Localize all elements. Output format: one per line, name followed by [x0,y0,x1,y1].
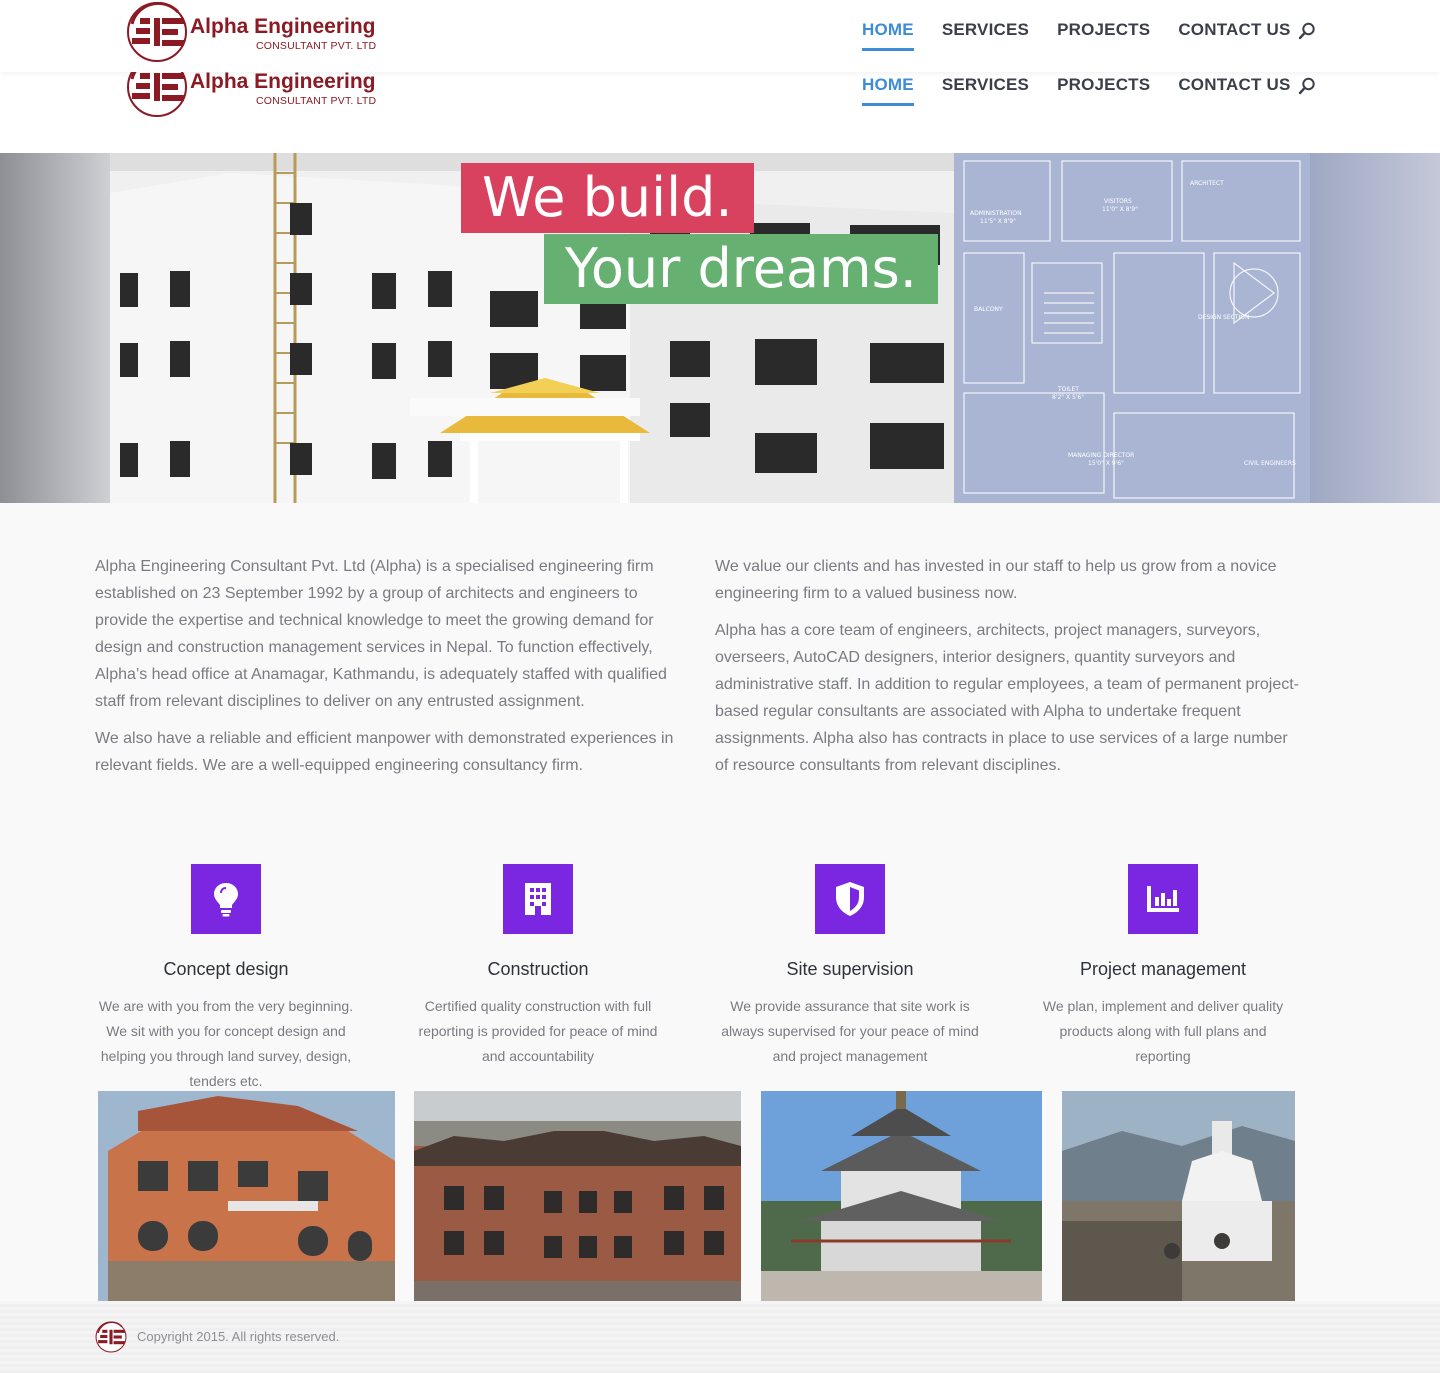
nav-projects[interactable]: PROJECTS [1057,20,1150,51]
feature-title: Concept design [163,959,289,979]
nav-contact-us[interactable]: CONTACT US [1178,20,1290,51]
blueprint-label-balcony: BALCONY [974,306,1003,313]
feature-site-supervision: Site supervision We provide assurance th… [719,864,981,1069]
blueprint-label-managing-director: MANAGING DIRECTOR [1068,452,1134,459]
feature-description: We are with you from the very beginning.… [98,998,354,1089]
about-column-right: We value our clients and has invested in… [715,553,1305,789]
stupa-photo[interactable] [1062,1091,1295,1301]
brand-subtitle: CONSULTANT PVT. LTD [256,40,377,52]
bar-chart-icon [1128,864,1198,934]
main-nav: HOME SERVICES PROJECTS CONTACT US [862,75,1319,106]
feature-concept-design: Concept design We are with you from the … [95,864,357,1094]
nav-services[interactable]: SERVICES [942,20,1029,51]
hero-slider[interactable]: ARCHITECT VISITORS 11'0" X 8'9" ADMINIST… [0,153,1440,503]
about-paragraph: We also have a reliable and efficient ma… [95,730,674,774]
feature-project-management: Project management We plan, implement an… [1035,864,1291,1069]
search-icon[interactable] [1298,77,1316,95]
logo-link[interactable]: Alpha Engineering CONSULTANT PVT. LTD [126,2,376,62]
nav-home[interactable]: HOME [862,75,914,106]
feature-description: Certified quality construction with full… [418,998,658,1064]
feature-title: Project management [1079,959,1247,979]
feature-title: Construction [487,959,589,979]
nav-contact-us[interactable]: CONTACT US [1178,75,1290,106]
about-paragraph: We value our clients and has invested in… [715,558,1277,602]
copyright-text: Copyright 2015. All rights reserved. [137,1329,340,1344]
blueprint-label-civil-engineers: CIVIL ENGINEERS [1244,460,1296,467]
hero-caption-line2: Your dreams. [544,234,938,304]
blueprint-label-visitors-size: 11'0" X 8'9" [1102,206,1138,213]
project-gallery [0,1091,1440,1301]
feature-construction: Construction Certified quality construct… [413,864,663,1069]
blueprint-label-toilet: TOILET [1057,386,1079,393]
hero-blueprint-image: ARCHITECT VISITORS 11'0" X 8'9" ADMINIST… [954,153,1310,503]
blueprint-illustration: ARCHITECT VISITORS 11'0" X 8'9" ADMINIST… [954,153,1310,503]
blueprint-label-architect: ARCHITECT [1190,180,1224,187]
blueprint-label-design-section: DESIGN SECTION [1198,314,1249,321]
feature-description: We provide assurance that site work is a… [721,998,979,1064]
search-icon[interactable] [1298,22,1316,40]
blueprint-label-visitors: VISITORS [1104,198,1132,205]
lightbulb-icon [191,864,261,934]
about-paragraph: Alpha Engineering Consultant Pvt. Ltd (A… [95,558,667,710]
about-section: Alpha Engineering Consultant Pvt. Ltd (A… [95,553,1305,789]
blueprint-label-administration-size: 11'5" X 8'9" [980,218,1016,225]
nav-home[interactable]: HOME [862,20,914,51]
services-features: Concept design We are with you from the … [95,864,1345,1094]
brick-building-photo[interactable] [414,1091,741,1301]
brand-name: Alpha Engineering [190,15,376,38]
hero-caption-line1: We build. [461,163,754,233]
nav-projects[interactable]: PROJECTS [1057,75,1150,106]
nav-services[interactable]: SERVICES [942,75,1029,106]
feature-title: Site supervision [786,959,914,979]
brand-subtitle: CONSULTANT PVT. LTD [256,95,377,107]
footer: Copyright 2015. All rights reserved. [0,1301,1440,1373]
main-nav: HOME SERVICES PROJECTS CONTACT US [862,20,1319,51]
blueprint-label-toilet-size: 8'2" X 5'6" [1052,394,1084,401]
feature-description: We plan, implement and deliver quality p… [1042,998,1284,1064]
hero-blur-left [0,153,110,503]
shield-icon [815,864,885,934]
hero-blur-right [1310,153,1440,503]
about-column-left: Alpha Engineering Consultant Pvt. Ltd (A… [95,553,675,789]
about-paragraph: Alpha has a core team of engineers, arch… [715,622,1300,774]
brand-name: Alpha Engineering [190,70,376,93]
brick-house-photo[interactable] [98,1091,395,1301]
blueprint-label-managing-director-size: 15'0" X 9'6" [1088,460,1124,467]
blueprint-label-administration: ADMINISTRATION [970,210,1022,217]
building-icon [503,864,573,934]
alpha-logo-icon[interactable] [95,1321,127,1353]
sticky-header: Alpha Engineering CONSULTANT PVT. LTD HO… [0,0,1440,72]
pagoda-temple-photo[interactable] [761,1091,1042,1301]
alpha-logo-icon [127,2,187,62]
